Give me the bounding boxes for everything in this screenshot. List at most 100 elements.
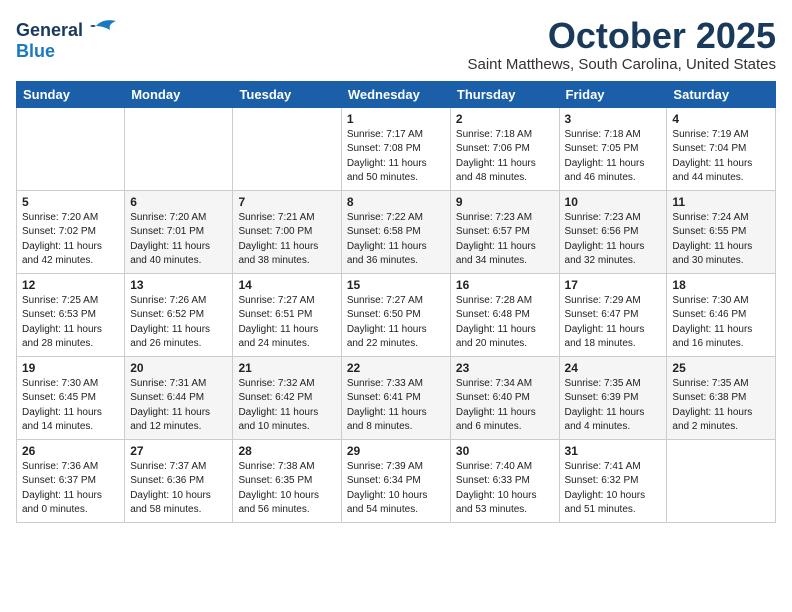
- day-number: 19: [22, 361, 119, 375]
- calendar-week-4: 19 Sunrise: 7:30 AMSunset: 6:45 PMDayligh…: [17, 356, 776, 439]
- table-row: 20 Sunrise: 7:31 AMSunset: 6:44 PMDayligh…: [125, 356, 233, 439]
- table-row: 14 Sunrise: 7:27 AMSunset: 6:51 PMDayligh…: [233, 273, 341, 356]
- calendar-header-row: Sunday Monday Tuesday Wednesday Thursday…: [17, 81, 776, 107]
- day-number: 27: [130, 444, 227, 458]
- col-monday: Monday: [125, 81, 233, 107]
- cell-content: Sunrise: 7:24 AMSunset: 6:55 PMDaylight:…: [672, 211, 770, 269]
- logo-bird-icon: [88, 16, 118, 36]
- col-sunday: Sunday: [17, 81, 125, 107]
- cell-content: Sunrise: 7:32 AMSunset: 6:42 PMDaylight:…: [238, 377, 335, 435]
- day-number: 23: [456, 361, 554, 375]
- col-wednesday: Wednesday: [341, 81, 450, 107]
- day-number: 25: [672, 361, 770, 375]
- day-number: 3: [565, 112, 662, 126]
- cell-content: Sunrise: 7:20 AMSunset: 7:02 PMDaylight:…: [22, 211, 119, 269]
- calendar-table: Sunday Monday Tuesday Wednesday Thursday…: [16, 81, 776, 523]
- cell-content: Sunrise: 7:35 AMSunset: 6:39 PMDaylight:…: [565, 377, 662, 435]
- table-row: 21 Sunrise: 7:32 AMSunset: 6:42 PMDayligh…: [233, 356, 341, 439]
- cell-content: Sunrise: 7:18 AMSunset: 7:06 PMDaylight:…: [456, 128, 554, 186]
- day-number: 22: [347, 361, 445, 375]
- cell-content: Sunrise: 7:34 AMSunset: 6:40 PMDaylight:…: [456, 377, 554, 435]
- cell-content: Sunrise: 7:38 AMSunset: 6:35 PMDaylight:…: [238, 460, 335, 518]
- day-number: 5: [22, 195, 119, 209]
- calendar-week-1: 1Sunrise: 7:17 AMSunset: 7:08 PMDaylight…: [17, 107, 776, 190]
- table-row: 5 Sunrise: 7:20 AMSunset: 7:02 PMDaylight…: [17, 190, 125, 273]
- calendar-week-2: 5 Sunrise: 7:20 AMSunset: 7:02 PMDaylight…: [17, 190, 776, 273]
- day-number: 26: [22, 444, 119, 458]
- day-number: 2: [456, 112, 554, 126]
- day-number: 6: [130, 195, 227, 209]
- table-row: 13Sunrise: 7:26 AMSunset: 6:52 PMDayligh…: [125, 273, 233, 356]
- day-number: 14: [238, 278, 335, 292]
- cell-content: Sunrise: 7:33 AMSunset: 6:41 PMDaylight:…: [347, 377, 445, 435]
- calendar-week-3: 12 Sunrise: 7:25 AMSunset: 6:53 PMDayligh…: [17, 273, 776, 356]
- col-saturday: Saturday: [667, 81, 776, 107]
- logo-text: General: [16, 16, 118, 41]
- day-number: 7: [238, 195, 335, 209]
- table-row: 28 Sunrise: 7:38 AMSunset: 6:35 PMDayligh…: [233, 439, 341, 522]
- cell-content: Sunrise: 7:20 AMSunset: 7:01 PMDaylight:…: [130, 211, 227, 269]
- table-row: 6 Sunrise: 7:20 AMSunset: 7:01 PMDaylight…: [125, 190, 233, 273]
- day-number: 9: [456, 195, 554, 209]
- col-tuesday: Tuesday: [233, 81, 341, 107]
- logo: General Blue: [16, 16, 118, 62]
- table-row: 23 Sunrise: 7:34 AMSunset: 6:40 PMDayligh…: [450, 356, 559, 439]
- cell-content: Sunrise: 7:31 AMSunset: 6:44 PMDaylight:…: [130, 377, 227, 435]
- table-row: 9 Sunrise: 7:23 AMSunset: 6:57 PMDaylight…: [450, 190, 559, 273]
- cell-content: Sunrise: 7:30 AMSunset: 6:46 PMDaylight:…: [672, 294, 770, 352]
- cell-content: Sunrise: 7:30 AMSunset: 6:45 PMDaylight:…: [22, 377, 119, 435]
- cell-content: Sunrise: 7:41 AMSunset: 6:32 PMDaylight:…: [565, 460, 662, 518]
- cell-content: Sunrise: 7:35 AMSunset: 6:38 PMDaylight:…: [672, 377, 770, 435]
- table-row: 17Sunrise: 7:29 AMSunset: 6:47 PMDayligh…: [559, 273, 667, 356]
- table-row: 1Sunrise: 7:17 AMSunset: 7:08 PMDaylight…: [341, 107, 450, 190]
- cell-content: Sunrise: 7:18 AMSunset: 7:05 PMDaylight:…: [565, 128, 662, 186]
- cell-content: Sunrise: 7:21 AMSunset: 7:00 PMDaylight:…: [238, 211, 335, 269]
- table-row: 31Sunrise: 7:41 AMSunset: 6:32 PMDayligh…: [559, 439, 667, 522]
- table-row: [125, 107, 233, 190]
- cell-content: Sunrise: 7:39 AMSunset: 6:34 PMDaylight:…: [347, 460, 445, 518]
- cell-content: Sunrise: 7:25 AMSunset: 6:53 PMDaylight:…: [22, 294, 119, 352]
- cell-content: Sunrise: 7:19 AMSunset: 7:04 PMDaylight:…: [672, 128, 770, 186]
- day-number: 8: [347, 195, 445, 209]
- cell-content: Sunrise: 7:26 AMSunset: 6:52 PMDaylight:…: [130, 294, 227, 352]
- day-number: 4: [672, 112, 770, 126]
- table-row: [17, 107, 125, 190]
- day-number: 1: [347, 112, 445, 126]
- table-row: [233, 107, 341, 190]
- day-number: 20: [130, 361, 227, 375]
- cell-content: Sunrise: 7:27 AMSunset: 6:51 PMDaylight:…: [238, 294, 335, 352]
- table-row: 18 Sunrise: 7:30 AMSunset: 6:46 PMDayligh…: [667, 273, 776, 356]
- day-number: 24: [565, 361, 662, 375]
- day-number: 16: [456, 278, 554, 292]
- page-header: General Blue October 2025 Saint Matthews…: [16, 16, 776, 73]
- table-row: 11Sunrise: 7:24 AMSunset: 6:55 PMDayligh…: [667, 190, 776, 273]
- table-row: 24 Sunrise: 7:35 AMSunset: 6:39 PMDayligh…: [559, 356, 667, 439]
- day-number: 18: [672, 278, 770, 292]
- table-row: 4 Sunrise: 7:19 AMSunset: 7:04 PMDaylight…: [667, 107, 776, 190]
- day-number: 28: [238, 444, 335, 458]
- col-thursday: Thursday: [450, 81, 559, 107]
- month-title: October 2025: [468, 16, 777, 56]
- table-row: 30Sunrise: 7:40 AMSunset: 6:33 PMDayligh…: [450, 439, 559, 522]
- calendar-week-5: 26Sunrise: 7:36 AMSunset: 6:37 PMDayligh…: [17, 439, 776, 522]
- table-row: [667, 439, 776, 522]
- cell-content: Sunrise: 7:27 AMSunset: 6:50 PMDaylight:…: [347, 294, 445, 352]
- day-number: 17: [565, 278, 662, 292]
- table-row: 19 Sunrise: 7:30 AMSunset: 6:45 PMDayligh…: [17, 356, 125, 439]
- day-number: 10: [565, 195, 662, 209]
- table-row: 15 Sunrise: 7:27 AMSunset: 6:50 PMDayligh…: [341, 273, 450, 356]
- cell-content: Sunrise: 7:23 AMSunset: 6:57 PMDaylight:…: [456, 211, 554, 269]
- table-row: 8 Sunrise: 7:22 AMSunset: 6:58 PMDaylight…: [341, 190, 450, 273]
- day-number: 12: [22, 278, 119, 292]
- title-block: October 2025 Saint Matthews, South Carol…: [468, 16, 777, 73]
- table-row: 26Sunrise: 7:36 AMSunset: 6:37 PMDayligh…: [17, 439, 125, 522]
- cell-content: Sunrise: 7:22 AMSunset: 6:58 PMDaylight:…: [347, 211, 445, 269]
- day-number: 30: [456, 444, 554, 458]
- cell-content: Sunrise: 7:37 AMSunset: 6:36 PMDaylight:…: [130, 460, 227, 518]
- day-number: 21: [238, 361, 335, 375]
- table-row: 25 Sunrise: 7:35 AMSunset: 6:38 PMDayligh…: [667, 356, 776, 439]
- table-row: 27 Sunrise: 7:37 AMSunset: 6:36 PMDayligh…: [125, 439, 233, 522]
- table-row: 29Sunrise: 7:39 AMSunset: 6:34 PMDayligh…: [341, 439, 450, 522]
- cell-content: Sunrise: 7:28 AMSunset: 6:48 PMDaylight:…: [456, 294, 554, 352]
- day-number: 15: [347, 278, 445, 292]
